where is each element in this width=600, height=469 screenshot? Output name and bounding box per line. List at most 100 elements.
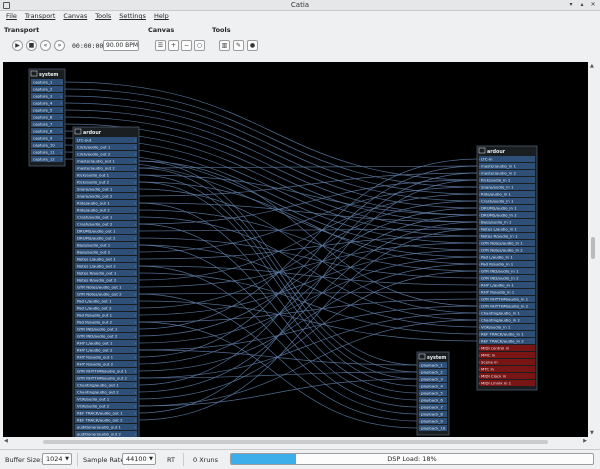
audio-port[interactable]: RHY L/audio_out 2 › <box>75 347 137 353</box>
vertical-scrollbar[interactable]: ▲ ▼ <box>589 62 597 437</box>
audio-port[interactable]: REF TRACK/audio_out 2 › <box>75 417 137 423</box>
play-button[interactable]: ▶ <box>12 40 23 51</box>
connection-wire[interactable] <box>137 244 479 328</box>
audio-port[interactable]: Kick/audio_out 2 › <box>75 179 137 185</box>
maximize-icon[interactable]: ▴ <box>578 1 586 9</box>
connection-wire[interactable] <box>137 181 479 265</box>
audio-port[interactable]: REF TRACK/audio_in 1› <box>479 331 536 337</box>
minimize-icon[interactable]: ▾ <box>567 1 575 9</box>
audio-port[interactable]: auditioner/audio_out 2 › <box>75 431 137 437</box>
audio-port[interactable]: RHY L/audio_out 1 › <box>75 340 137 346</box>
audio-port[interactable]: LTC-out › <box>75 137 137 143</box>
audio-port[interactable]: VOX/audio_in 1› <box>479 324 536 330</box>
menu-help[interactable]: Help <box>151 11 172 22</box>
audio-port[interactable]: GTR IND/audio_in 2› <box>479 275 536 281</box>
audio-port[interactable]: Crash/audio_out 1 › <box>75 214 137 220</box>
audio-port[interactable]: Pad L/audio_in 1› <box>479 254 536 260</box>
audio-port[interactable]: VOX/audio_out 2 › <box>75 403 137 409</box>
audio-port[interactable]: capture_2 › <box>31 86 63 92</box>
close-icon[interactable]: ✕ <box>589 1 597 9</box>
audio-port[interactable]: Snare/audio_out 1 › <box>75 186 137 192</box>
scroll-right-icon[interactable]: ▶ <box>583 438 587 444</box>
audio-port[interactable]: Crash/audio_in 1› <box>479 198 536 204</box>
connection-wire[interactable] <box>137 188 479 314</box>
connection-wire[interactable] <box>137 167 419 373</box>
audio-port[interactable]: Bass/audio_out 2 › <box>75 249 137 255</box>
audio-port[interactable]: playback_10› <box>419 425 448 431</box>
audio-port[interactable]: DRUMS/audio_out 1 › <box>75 228 137 234</box>
audio-port[interactable]: GTR Notes/audio_in 2› <box>479 247 536 253</box>
audio-port[interactable]: capture_7 › <box>31 121 63 127</box>
rewind-button[interactable]: « <box>40 40 51 51</box>
audio-port[interactable]: Ride/audio_out 1 › <box>75 200 137 206</box>
horizontal-scrollbar[interactable]: ◀ ▶ <box>3 438 588 446</box>
audio-port[interactable]: playback_1› <box>419 362 448 368</box>
audio-port[interactable]: GTR IND/audio_in 1› <box>479 268 536 274</box>
menu-tools[interactable]: Tools <box>92 11 114 22</box>
audio-port[interactable]: master/audio_in 2› <box>479 170 536 176</box>
record-icon[interactable]: ● <box>247 40 258 51</box>
audio-port[interactable]: playback_6› <box>419 397 448 403</box>
audio-port[interactable]: Chanting/audio_in 1› <box>479 310 536 316</box>
audio-port[interactable]: playback_2› <box>419 369 448 375</box>
audio-port[interactable]: Ride/audio_in 1› <box>479 191 536 197</box>
audio-port[interactable]: Notes L/audio_in 1› <box>479 226 536 232</box>
audio-port[interactable]: GTR IND/audio_out 2 › <box>75 333 137 339</box>
patchbay-canvas[interactable]: system capture_1 › capture_2 › capture_3 › capt… <box>3 62 588 437</box>
audio-port[interactable]: Pad L/audio_out 1 › <box>75 298 137 304</box>
audio-port[interactable]: Click/audio_out 2 › <box>75 151 137 157</box>
menu-transport[interactable]: Transport <box>22 11 59 22</box>
system-capture-box[interactable]: systemcapture_1 ›capture_2 ›capture_3 ›capt… <box>28 68 66 167</box>
audio-port[interactable]: Notes L/audio_out 2 › <box>75 263 137 269</box>
audio-port[interactable]: capture_1 › <box>31 79 63 85</box>
system-playback-box[interactable]: systemplayback_1›playback_2›playback_3›p… <box>416 351 450 436</box>
forward-button[interactable]: » <box>54 40 65 51</box>
audio-port[interactable]: Chanting/audio_out 1 › <box>75 382 137 388</box>
ardour-input-box[interactable]: ardourLTC-in›master/audio_in 1›master/au… <box>476 145 538 391</box>
menu-file[interactable]: File <box>3 11 20 22</box>
jack-meter-icon[interactable]: ▥ <box>219 40 230 51</box>
audio-port[interactable]: Chanting/audio_in 2› <box>479 317 536 323</box>
ardour-output-box[interactable]: ardourLTC-out ›Click/audio_out 1 ›Click/au… <box>72 126 140 437</box>
menu-settings[interactable]: Settings <box>116 11 149 22</box>
audio-port[interactable]: REF TRACK/audio_in 2› <box>479 338 536 344</box>
audio-port[interactable]: playback_4› <box>419 383 448 389</box>
audio-port[interactable]: Chanting/audio_out 2 › <box>75 389 137 395</box>
midi-port[interactable]: MMC in› <box>479 352 536 358</box>
audio-port[interactable]: capture_12 › <box>31 156 63 162</box>
audio-port[interactable]: RHY R/audio_out 2 › <box>75 361 137 367</box>
midi-port[interactable]: MIDI Clock in› <box>479 373 536 379</box>
audio-port[interactable]: DRUMS/audio_in 1› <box>479 205 536 211</box>
audio-port[interactable]: capture_11 › <box>31 149 63 155</box>
zoom-reset-icon[interactable]: ○ <box>194 40 205 51</box>
connection-wire[interactable] <box>137 207 479 337</box>
audio-port[interactable]: REF TRACK/audio_out 1 › <box>75 410 137 416</box>
audio-port[interactable]: GTR IND/audio_out 1 › <box>75 326 137 332</box>
midi-port[interactable]: MTC in› <box>479 366 536 372</box>
buffer-size-select[interactable]: 1024 ▼ <box>42 453 72 465</box>
audio-port[interactable]: playback_3› <box>419 376 448 382</box>
audio-port[interactable]: Notes R/audio_out 1 › <box>75 270 137 276</box>
connection-wire[interactable] <box>137 179 479 225</box>
audio-port[interactable]: playback_5› <box>419 390 448 396</box>
audio-port[interactable]: playback_8› <box>419 411 448 417</box>
audio-port[interactable]: LTC-in› <box>479 156 536 162</box>
connection-wire[interactable] <box>137 174 419 380</box>
audio-port[interactable]: capture_8 › <box>31 128 63 134</box>
audio-port[interactable]: capture_5 › <box>31 107 63 113</box>
audio-port[interactable]: Kick/audio_in 1› <box>479 177 536 183</box>
midi-port[interactable]: MIDI Lmnik in 1› <box>479 380 536 386</box>
midi-port[interactable]: MIDI control in› <box>479 345 536 351</box>
connection-wire[interactable] <box>137 181 419 387</box>
audio-port[interactable]: GTR RHYTHM/audio_in 1› <box>479 296 536 302</box>
scroll-down-icon[interactable]: ▼ <box>590 430 594 436</box>
audio-port[interactable]: GTR RHYTHM/audio_out 1 › <box>75 368 137 374</box>
audio-port[interactable]: Kick/audio_out 1 › <box>75 172 137 178</box>
zoom-in-icon[interactable]: + <box>168 40 179 51</box>
connection-wire[interactable] <box>137 265 419 415</box>
audio-port[interactable]: GTR RHYTHM/audio_out 2 › <box>75 375 137 381</box>
horizontal-scroll-thumb[interactable] <box>43 440 548 444</box>
audio-port[interactable]: capture_4 › <box>31 100 63 106</box>
audio-port[interactable]: Pad R/audio_in 1› <box>479 261 536 267</box>
audio-port[interactable]: GTR RHYTHM/audio_in 2› <box>479 303 536 309</box>
